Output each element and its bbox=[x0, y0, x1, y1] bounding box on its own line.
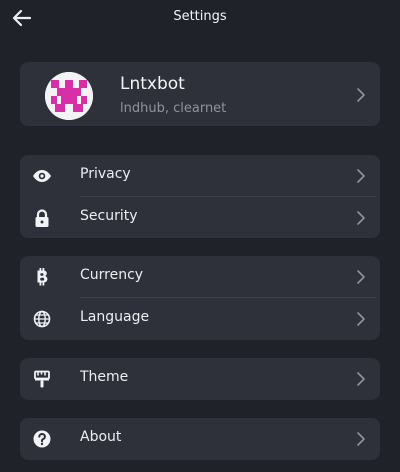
settings-group-privacy-security: Privacy Security bbox=[20, 155, 380, 238]
settings-item-label: Currency bbox=[80, 267, 144, 283]
identicon-icon bbox=[45, 72, 93, 120]
eye-icon bbox=[33, 170, 51, 182]
help-circle-icon bbox=[33, 430, 51, 448]
settings-group-about: About bbox=[20, 418, 380, 460]
wallet-subtitle: lndhub, clearnet bbox=[120, 101, 227, 116]
settings-group-theme: Theme bbox=[20, 358, 380, 400]
avatar bbox=[45, 72, 93, 120]
chevron-right-icon bbox=[357, 270, 365, 284]
chevron-right-icon bbox=[357, 169, 365, 183]
settings-item-label: Theme bbox=[80, 369, 129, 385]
settings-item-security[interactable]: Security bbox=[20, 197, 380, 239]
chevron-right-icon bbox=[357, 372, 365, 386]
settings-item-label: Privacy bbox=[80, 166, 131, 182]
settings-group-currency-language: Currency Language bbox=[20, 256, 380, 340]
chevron-right-icon bbox=[357, 432, 365, 446]
chevron-right-icon bbox=[357, 211, 365, 225]
paint-roller-icon bbox=[34, 370, 50, 388]
top-bar: Settings bbox=[0, 0, 400, 36]
settings-item-theme[interactable]: Theme bbox=[20, 358, 380, 400]
settings-item-label: Language bbox=[80, 309, 150, 325]
wallet-name: Lntxbot bbox=[120, 74, 185, 94]
bitcoin-icon bbox=[37, 268, 48, 286]
settings-item-label: Security bbox=[80, 208, 138, 224]
chevron-right-icon bbox=[357, 312, 365, 326]
settings-item-about[interactable]: About bbox=[20, 418, 380, 460]
settings-item-label: About bbox=[80, 429, 122, 445]
chevron-right-icon bbox=[357, 88, 365, 102]
lock-icon bbox=[35, 209, 49, 227]
settings-item-currency[interactable]: Currency bbox=[20, 256, 380, 298]
settings-item-language[interactable]: Language bbox=[20, 298, 380, 340]
page-title: Settings bbox=[173, 9, 227, 24]
wallet-profile-card[interactable]: Lntxbot lndhub, clearnet bbox=[20, 62, 380, 126]
globe-icon bbox=[33, 310, 51, 328]
settings-item-privacy[interactable]: Privacy bbox=[20, 155, 380, 197]
